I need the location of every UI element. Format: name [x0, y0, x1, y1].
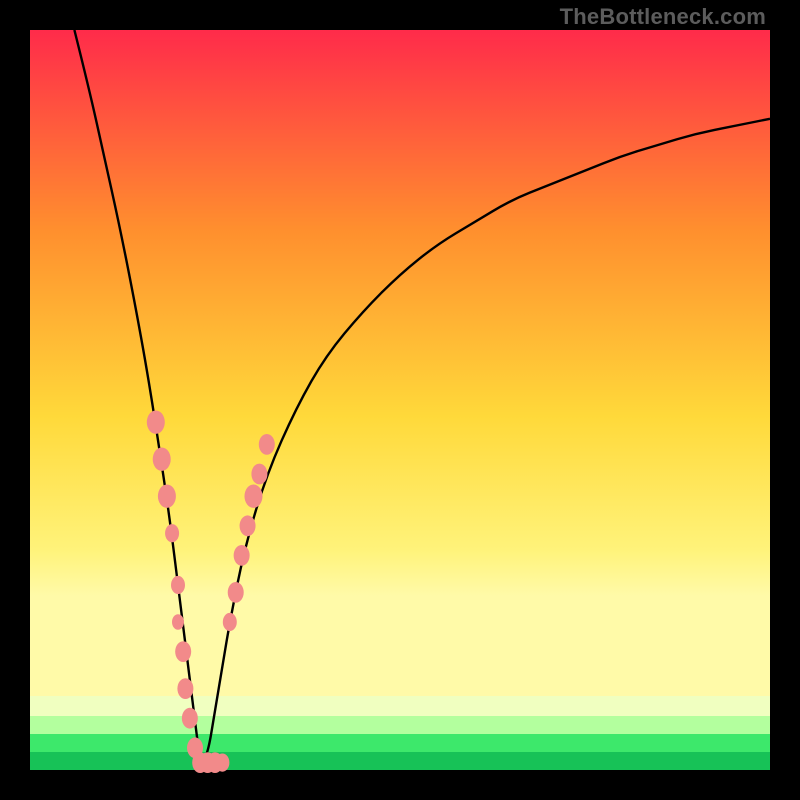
data-marker: [158, 485, 176, 508]
marker-layer: [147, 411, 275, 773]
data-marker: [182, 708, 198, 729]
data-marker: [223, 613, 237, 631]
data-marker: [165, 524, 179, 542]
data-marker: [234, 545, 250, 566]
data-marker: [177, 678, 193, 699]
data-marker: [240, 515, 256, 536]
data-marker: [171, 576, 185, 594]
data-marker: [172, 614, 184, 630]
data-marker: [153, 448, 171, 471]
data-marker: [259, 434, 275, 455]
plot-area: [30, 30, 770, 770]
chart-svg: [30, 30, 770, 770]
data-marker: [251, 464, 267, 485]
data-marker: [147, 411, 165, 434]
data-marker: [215, 754, 229, 772]
data-marker: [244, 485, 262, 508]
watermark-text: TheBottleneck.com: [560, 4, 766, 30]
data-marker: [175, 641, 191, 662]
chart-container: TheBottleneck.com: [0, 0, 800, 800]
data-marker: [228, 582, 244, 603]
